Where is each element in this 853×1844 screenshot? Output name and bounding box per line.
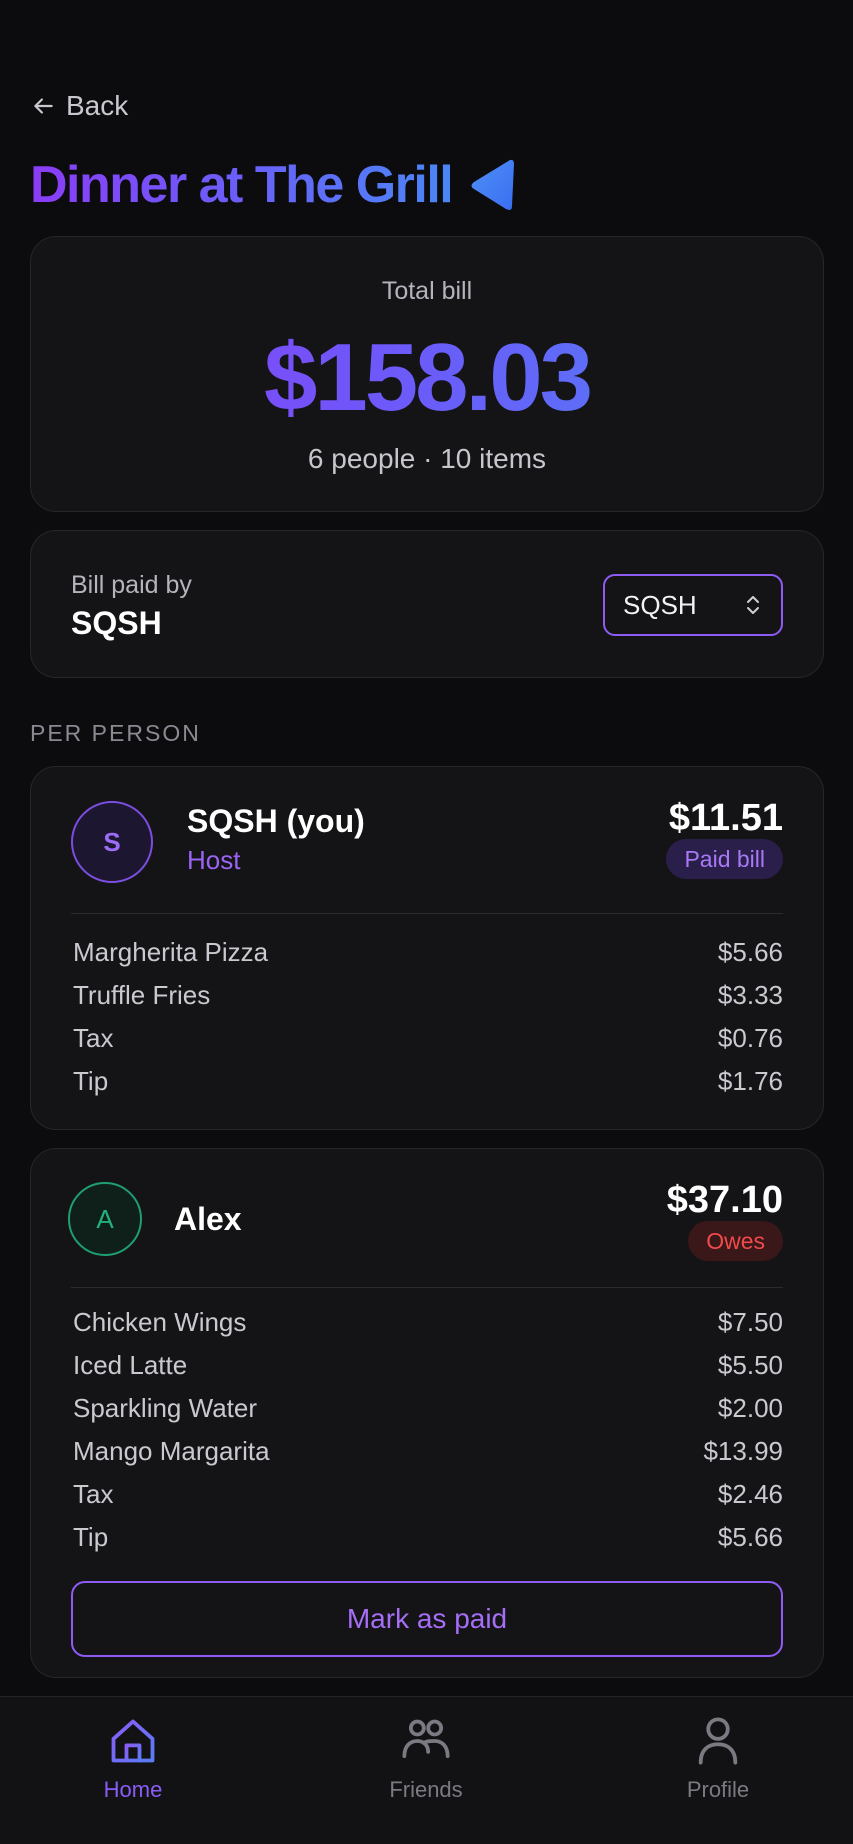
- list-item: Tax $2.46: [73, 1473, 783, 1516]
- person-card: S SQSH (you) Host $11.51 Paid bill Margh…: [30, 766, 824, 1130]
- payer-label: Bill paid by: [71, 571, 192, 599]
- person-name: Alex: [174, 1201, 242, 1237]
- list-item: Tip $5.66: [73, 1516, 783, 1559]
- profile-icon: [698, 1717, 738, 1765]
- list-item: Sparkling Water $2.00: [73, 1387, 783, 1430]
- item-amount: $2.00: [717, 1393, 783, 1423]
- total-bill-amount: $158.03: [31, 325, 823, 431]
- tab-profile-label: Profile: [686, 1777, 750, 1802]
- status-badge: Paid bill: [666, 839, 783, 879]
- item-label: Iced Latte: [73, 1350, 188, 1380]
- item-amount: $0.76: [717, 1023, 783, 1053]
- status-badge: Owes: [688, 1221, 783, 1261]
- item-label: Tax: [73, 1479, 114, 1509]
- item-amount: $1.76: [717, 1066, 783, 1096]
- list-item: Tip $1.76: [73, 1060, 783, 1103]
- home-icon: [111, 1719, 155, 1763]
- item-label: Sparkling Water: [73, 1393, 257, 1423]
- tab-friends[interactable]: Friends: [346, 1715, 506, 1803]
- item-amount: $3.33: [717, 980, 783, 1010]
- item-label: Mango Margarita: [73, 1436, 270, 1466]
- page-title: Dinner at The Grill: [30, 156, 454, 214]
- item-amount: $5.66: [717, 937, 783, 967]
- item-label: Margherita Pizza: [73, 937, 269, 967]
- back-button[interactable]: Back: [30, 90, 128, 122]
- divider: [71, 1287, 783, 1288]
- list-item: Truffle Fries $3.33: [73, 974, 783, 1017]
- item-amount: $13.99: [703, 1436, 783, 1466]
- bill-detail-screen: Back Dinner at The Grill Total bill $158…: [0, 0, 853, 1844]
- payer-select-value: SQSH: [623, 589, 697, 620]
- list-item: Mango Margarita $13.99: [73, 1430, 783, 1473]
- item-label: Tip: [73, 1066, 109, 1096]
- pointer-icon: [468, 156, 518, 214]
- total-bill-label: Total bill: [381, 277, 473, 305]
- tab-profile[interactable]: Profile: [638, 1715, 798, 1803]
- person-name: SQSH (you): [187, 803, 365, 839]
- total-bill-card: Total bill $158.03 6 people · 10 items: [30, 236, 824, 512]
- item-label: Truffle Fries: [73, 980, 211, 1010]
- tab-home[interactable]: Home: [53, 1715, 213, 1803]
- mark-as-paid-button[interactable]: Mark as paid: [71, 1581, 783, 1657]
- tab-friends-label: Friends: [389, 1777, 463, 1802]
- item-amount: $5.50: [717, 1350, 783, 1380]
- list-item: Margherita Pizza $5.66: [73, 931, 783, 974]
- chevron-up-down-icon: [747, 596, 759, 614]
- item-label: Chicken Wings: [73, 1307, 247, 1337]
- person-amount: $11.51: [668, 797, 783, 839]
- person-amount: $37.10: [666, 1179, 783, 1221]
- tab-home-label: Home: [103, 1777, 163, 1802]
- list-item: Chicken Wings $7.50: [73, 1301, 783, 1344]
- item-list: Margherita Pizza $5.66 Truffle Fries $3.…: [73, 931, 783, 1103]
- title-row: Dinner at The Grill: [30, 155, 518, 215]
- item-label: Tax: [73, 1023, 114, 1053]
- item-amount: $5.66: [717, 1522, 783, 1552]
- list-item: Iced Latte $5.50: [73, 1344, 783, 1387]
- avatar: S: [71, 801, 153, 883]
- friends-icon: [402, 1719, 450, 1759]
- bill-summary-subtitle: 6 people · 10 items: [307, 443, 547, 474]
- avatar: A: [68, 1182, 142, 1256]
- back-label: Back: [66, 90, 129, 121]
- divider: [71, 913, 783, 914]
- person-role: Host: [187, 845, 241, 875]
- payer-select[interactable]: SQSH: [603, 574, 783, 636]
- bill-payer-card: Bill paid by SQSH SQSH: [30, 530, 824, 678]
- list-item: Tax $0.76: [73, 1017, 783, 1060]
- item-label: Tip: [73, 1522, 109, 1552]
- payer-name: SQSH: [71, 605, 162, 641]
- person-card: A Alex $37.10 Owes Chicken Wings $7.50 I…: [30, 1148, 824, 1678]
- item-list: Chicken Wings $7.50 Iced Latte $5.50 Spa…: [73, 1301, 783, 1559]
- per-person-heading: PER PERSON: [30, 720, 201, 746]
- arrow-left-icon: [34, 98, 53, 114]
- bottom-tab-bar: Home Friends Profile: [0, 1696, 853, 1844]
- item-amount: $2.46: [717, 1479, 783, 1509]
- item-amount: $7.50: [717, 1307, 783, 1337]
